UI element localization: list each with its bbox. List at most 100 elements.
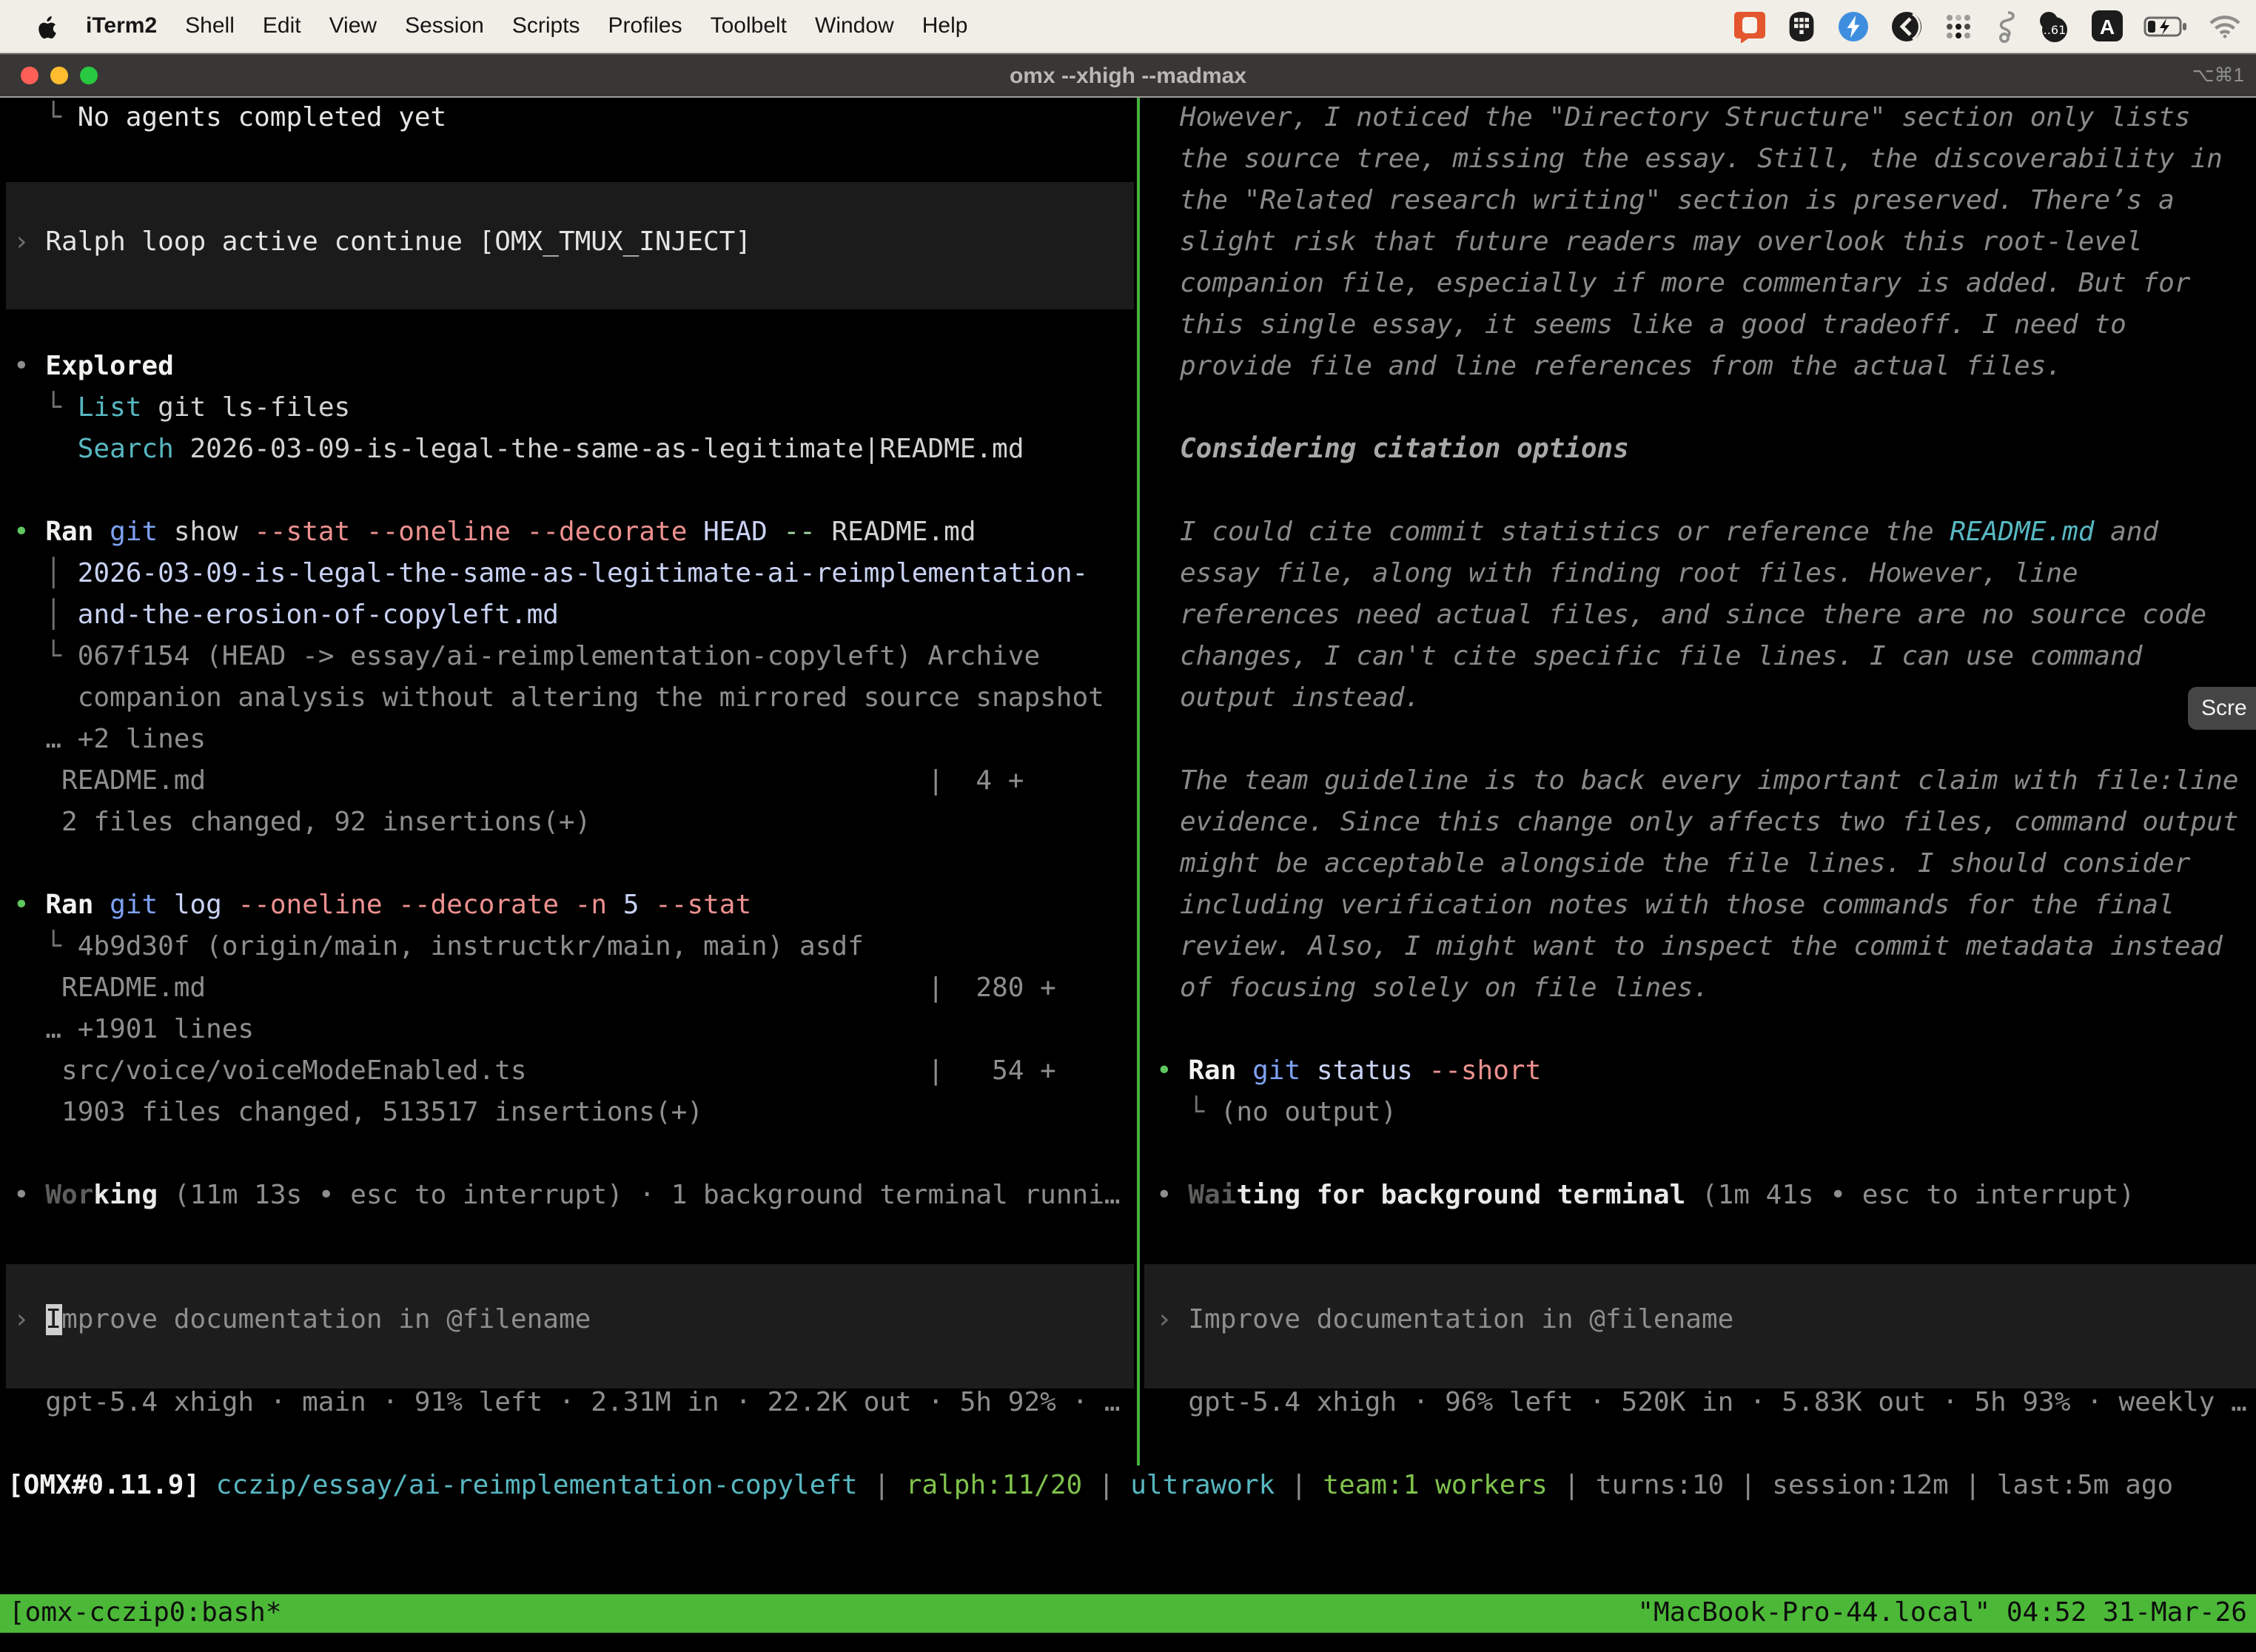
- terminal-line: [1156, 719, 2256, 761]
- terminal-line: › Ralph loop active continue [OMX_TMUX_I…: [13, 222, 1137, 263]
- macos-menu-bar: iTerm2 Shell Edit View Session Scripts Profile…: [0, 0, 2256, 53]
- terminal-line: src/voice/voiceModeEnabled.ts | 54 +: [13, 1051, 1137, 1092]
- terminal: └ No agents completed yet › Ralph loop ac…: [0, 98, 2256, 1652]
- menu-item-profiles[interactable]: Profiles: [608, 13, 682, 38]
- tmux-panes: └ No agents completed yet › Ralph loop ac…: [0, 98, 2256, 1465]
- terminal-line: [1156, 1217, 2256, 1258]
- terminal-line: [1156, 1010, 2256, 1051]
- wifi-icon[interactable]: [2209, 14, 2241, 38]
- menu-item-view[interactable]: View: [329, 13, 377, 38]
- menu-item-shell[interactable]: Shell: [185, 13, 235, 38]
- terminal-line: including verification notes with those …: [1156, 885, 2256, 927]
- terminal-line: gpt-5.4 xhigh · main · 91% left · 2.31M …: [13, 1383, 1137, 1424]
- omx-status-bar: [OMX#0.11.9] cczip/essay/ai-reimplementa…: [0, 1465, 2256, 1507]
- window-title: omx --xhigh --madmax: [0, 63, 2256, 88]
- terminal-line: [1156, 471, 2256, 512]
- terminal-line: • Ran git show --stat --oneline --decora…: [13, 512, 1137, 554]
- terminal-line: [1156, 1134, 2256, 1175]
- shield-grid-icon[interactable]: [1787, 10, 1816, 42]
- terminal-line: the source tree, missing the essay. Stil…: [1156, 139, 2256, 181]
- menu-item-iterm2[interactable]: iTerm2: [86, 13, 157, 38]
- menu-item-toolbelt[interactable]: Toolbelt: [711, 13, 787, 38]
- terminal-line: output instead.: [1156, 678, 2256, 719]
- apple-menu-icon[interactable]: [36, 13, 58, 39]
- terminal-line: • Ran git status --short: [1156, 1051, 2256, 1092]
- terminal-line: … +2 lines: [13, 719, 1137, 761]
- menu-item-help[interactable]: Help: [922, 13, 968, 38]
- terminal-line: [13, 1341, 1137, 1383]
- letter-a-icon[interactable]: A: [2092, 10, 2123, 41]
- terminal-line: │ 2026-03-09-is-legal-the-same-as-legiti…: [13, 554, 1137, 595]
- terminal-line: › Improve documentation in @filename: [13, 1300, 1137, 1341]
- terminal-line: Considering citation options: [1156, 429, 2256, 471]
- terminal-line: [13, 471, 1137, 512]
- terminal-line: [13, 181, 1137, 222]
- terminal-line: └ No agents completed yet: [13, 98, 1137, 139]
- terminal-line: [13, 1134, 1137, 1175]
- terminal-line: … +1901 lines: [13, 1010, 1137, 1051]
- terminal-line: README.md | 4 +: [13, 761, 1137, 802]
- terminal-line: [13, 139, 1137, 181]
- window-shortcut-badge: ⌥⌘1: [2192, 64, 2244, 87]
- right-pane[interactable]: However, I noticed the "Directory Struct…: [1140, 98, 2256, 1465]
- terminal-line: might be acceptable alongside the file l…: [1156, 844, 2256, 885]
- screen: iTerm2 Shell Edit View Session Scripts Profile…: [0, 0, 2256, 1652]
- tmux-session-window: [omx-cczip0:bash*: [9, 1594, 281, 1633]
- terminal-line: • Ran git log --oneline --decorate -n 5 …: [13, 885, 1137, 927]
- terminal-line: └ 4b9d30f (origin/main, instructkr/main,…: [13, 927, 1137, 968]
- circle-chevron-icon[interactable]: [1890, 10, 1923, 42]
- terminal-line: README.md | 280 +: [13, 968, 1137, 1010]
- menu-item-edit[interactable]: Edit: [263, 13, 301, 38]
- window-title-bar: omx --xhigh --madmax ⌥⌘1: [0, 53, 2256, 98]
- terminal-line: [13, 844, 1137, 885]
- menu-item-session[interactable]: Session: [405, 13, 484, 38]
- minimize-button[interactable]: [50, 67, 68, 84]
- terminal-line: [1156, 1341, 2256, 1383]
- badge-61-icon[interactable]: ..61: [2035, 10, 2071, 42]
- terminal-line: I could cite commit statistics or refere…: [1156, 512, 2256, 554]
- terminal-line: 2 files changed, 92 insertions(+): [13, 802, 1137, 844]
- terminal-line: However, I noticed the "Directory Struct…: [1156, 98, 2256, 139]
- menu-item-window[interactable]: Window: [815, 13, 894, 38]
- chat-bubble-icon[interactable]: [1733, 10, 1766, 42]
- tmux-host-clock: "MacBook-Pro-44.local" 04:52 31-Mar-26: [1637, 1594, 2247, 1633]
- terminal-line: [OMX#0.11.9] cczip/essay/ai-reimplementa…: [7, 1465, 2256, 1507]
- dots-grid-icon[interactable]: [1944, 11, 1973, 41]
- menu-items: iTerm2 Shell Edit View Session Scripts Profile…: [36, 13, 1733, 39]
- terminal-line: Search 2026-03-09-is-legal-the-same-as-l…: [13, 429, 1137, 471]
- terminal-line: the "Related research writing" section i…: [1156, 181, 2256, 222]
- menu-item-list: iTerm2 Shell Edit View Session Scripts Profile…: [86, 13, 967, 38]
- close-button[interactable]: [21, 67, 38, 84]
- terminal-line: 1903 files changed, 513517 insertions(+): [13, 1092, 1137, 1134]
- terminal-line: [13, 305, 1137, 346]
- terminal-line: • Waiting for background terminal (1m 41…: [1156, 1175, 2256, 1217]
- zoom-button[interactable]: [80, 67, 98, 84]
- badge-61-label: ..61: [2044, 22, 2067, 36]
- terminal-line: • Explored: [13, 346, 1137, 388]
- menu-item-scripts[interactable]: Scripts: [512, 13, 580, 38]
- terminal-line: The team guideline is to back every impo…: [1156, 761, 2256, 802]
- left-pane[interactable]: └ No agents completed yet › Ralph loop ac…: [0, 98, 1137, 1465]
- terminal-line: references need actual files, and since …: [1156, 595, 2256, 637]
- terminal-line: • Working (11m 13s • esc to interrupt) ·…: [13, 1175, 1137, 1217]
- terminal-line: › Improve documentation in @filename: [1156, 1300, 2256, 1341]
- screen-indicator-overlay[interactable]: Scre: [2188, 687, 2256, 730]
- menu-status-icons: ..61 A: [1733, 10, 2241, 42]
- terminal-line: └ List git ls-files: [13, 388, 1137, 429]
- terminal-line: of focusing solely on file lines.: [1156, 968, 2256, 1010]
- blue-bolt-icon[interactable]: [1837, 10, 1870, 42]
- terminal-line: evidence. Since this change only affects…: [1156, 802, 2256, 844]
- terminal-line: changes, I can't cite specific file line…: [1156, 637, 2256, 678]
- terminal-gap: [0, 1507, 2256, 1594]
- squiggle-icon[interactable]: [1994, 10, 2015, 42]
- battery-charging-icon[interactable]: [2143, 16, 2188, 36]
- terminal-line: [13, 263, 1137, 305]
- terminal-line: companion file, especially if more comme…: [1156, 263, 2256, 305]
- terminal-line: │ and-the-erosion-of-copyleft.md: [13, 595, 1137, 637]
- terminal-line: [13, 1258, 1137, 1300]
- terminal-line: gpt-5.4 xhigh · 96% left · 520K in · 5.8…: [1156, 1383, 2256, 1424]
- traffic-lights: [0, 67, 98, 84]
- terminal-line: essay file, along with finding root file…: [1156, 554, 2256, 595]
- terminal-line: this single essay, it seems like a good …: [1156, 305, 2256, 346]
- terminal-line: └ (no output): [1156, 1092, 2256, 1134]
